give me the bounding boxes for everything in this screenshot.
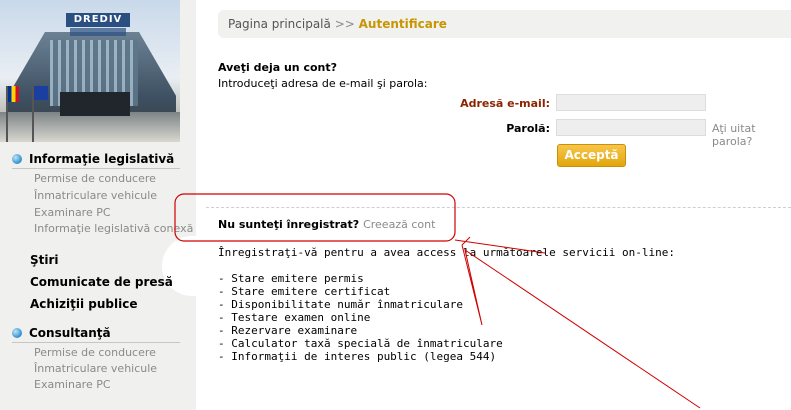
sidebar-item[interactable]: Examinare PC <box>34 206 111 219</box>
password-label: Parolă: <box>506 122 550 135</box>
building-sign-lower <box>70 28 126 36</box>
breadcrumb-separator: >> <box>334 17 355 31</box>
building-photo: DREDIV <box>0 0 180 142</box>
divider <box>12 168 180 169</box>
sidebar-item[interactable]: Înmatriculare vehicule <box>34 362 157 375</box>
divider <box>12 342 180 343</box>
forgot-password-link[interactable]: Aţi uitat parola? <box>712 122 791 148</box>
service-item: - Stare emitere certificat <box>218 285 391 298</box>
create-account-link[interactable]: Creează cont <box>363 218 435 231</box>
email-label: Adresă e-mail: <box>460 97 550 110</box>
register-question-text: Nu sunteţi înregistrat? <box>218 218 360 231</box>
login-heading: Aveţi deja un cont? <box>218 61 338 74</box>
email-field[interactable] <box>556 94 706 111</box>
breadcrumb-current: Autentificare <box>358 17 447 31</box>
login-instructions: Introduceţi adresa de e-mail şi parola: <box>218 77 428 90</box>
sidebar-section-consulting[interactable]: Consultanţă <box>12 326 111 340</box>
building-sign: DREDIV <box>66 13 130 27</box>
sidebar-item[interactable]: Permise de conducere <box>34 172 156 185</box>
eu-flag-icon <box>34 86 48 100</box>
left-sidebar: DREDIV Informaţie legislativă Permise de… <box>0 0 198 410</box>
sidebar-section-title: Informaţie legislativă <box>29 152 175 166</box>
bullet-icon <box>12 328 22 338</box>
service-item: - Informaţii de interes public (legea 54… <box>218 350 497 363</box>
service-item: - Stare emitere permis <box>218 272 364 285</box>
arrow-head <box>461 236 471 246</box>
sidebar-link-press[interactable]: Comunicate de presă <box>30 275 173 289</box>
service-item: - Testare examen online <box>218 311 371 324</box>
sidebar-link-procurement[interactable]: Achiziţii publice <box>30 297 138 311</box>
building-entrance <box>60 92 130 116</box>
password-field[interactable] <box>556 119 706 136</box>
sidebar-item[interactable]: Permise de conducere <box>34 346 156 359</box>
register-intro: Înregistraţi-vă pentru a avea access la … <box>218 246 675 259</box>
romania-flag-icon <box>8 86 19 102</box>
breadcrumb: Pagina principală >> Autentificare <box>218 10 791 38</box>
bullet-icon <box>12 154 22 164</box>
accept-button[interactable]: Acceptă <box>557 144 626 167</box>
sidebar-item[interactable]: Înmatriculare vehicule <box>34 189 157 202</box>
sidebar-item[interactable]: Examinare PC <box>34 378 111 391</box>
divider <box>206 207 791 208</box>
breadcrumb-home[interactable]: Pagina principală <box>228 17 331 31</box>
sidebar-item[interactable]: Informaţie legislativă conexă <box>34 222 193 235</box>
sidebar-section-title: Consultanţă <box>29 326 111 340</box>
register-question: Nu sunteţi înregistrat? Creează cont <box>218 218 435 231</box>
service-item: - Rezervare examinare <box>218 324 358 337</box>
service-item: - Calculator taxă specială de înmatricul… <box>218 337 503 350</box>
building-base <box>0 112 180 142</box>
sidebar-section-legislation[interactable]: Informaţie legislativă <box>12 152 174 166</box>
services-list: - Stare emitere permis - Stare emitere c… <box>218 272 503 363</box>
service-item: - Disponibilitate număr înmatriculare <box>218 298 464 311</box>
sidebar-link-news[interactable]: Ştiri <box>30 253 59 267</box>
